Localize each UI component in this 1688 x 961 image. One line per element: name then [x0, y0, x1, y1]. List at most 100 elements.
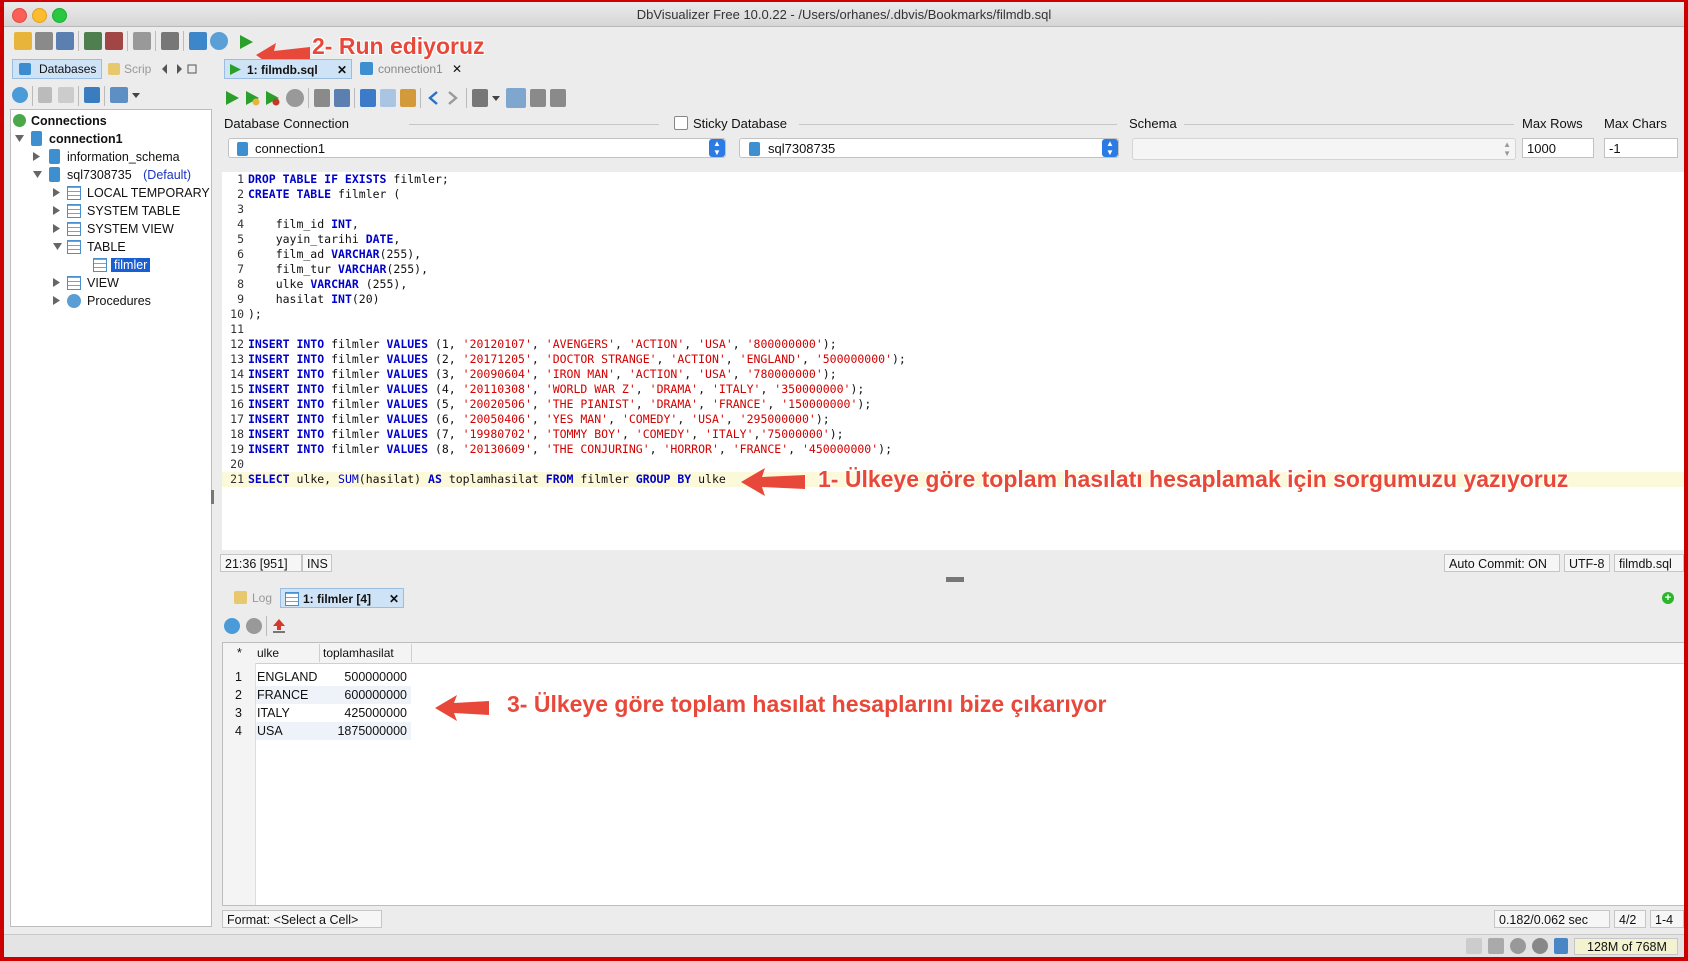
- execute-icon[interactable]: [224, 90, 240, 106]
- layout-toggle-icon[interactable]: [506, 88, 526, 108]
- tools-icon[interactable]: [472, 89, 488, 107]
- tree-item-connection1[interactable]: connection1: [15, 130, 123, 148]
- clock-icon[interactable]: [210, 32, 228, 50]
- cell-toplamhasilat[interactable]: 425000000: [323, 704, 407, 722]
- close-tab-icon[interactable]: ✕: [452, 59, 462, 79]
- save-as-icon[interactable]: [334, 89, 350, 107]
- tree-item-information-schema[interactable]: information_schema: [33, 148, 180, 166]
- collapsed-triangle-icon[interactable]: [33, 152, 41, 161]
- filter-icon[interactable]: [110, 87, 128, 103]
- disconnect-icon[interactable]: [105, 32, 123, 50]
- tree-item-procedures[interactable]: Procedures: [53, 292, 151, 310]
- tree-item-view[interactable]: VIEW: [53, 274, 119, 292]
- tab-databases[interactable]: Databases: [12, 59, 102, 79]
- cell-toplamhasilat[interactable]: 500000000: [323, 668, 407, 686]
- tree-item-filmler[interactable]: filmler: [93, 256, 151, 274]
- tree-item-system-view[interactable]: SYSTEM VIEW: [53, 220, 174, 238]
- stop-icon[interactable]: [246, 618, 262, 634]
- tree-label-local-temporary: LOCAL TEMPORARY: [87, 186, 210, 200]
- max-chars-input[interactable]: -1: [1604, 138, 1678, 158]
- cell-ulke[interactable]: ENGLAND: [257, 668, 317, 686]
- editor-toolbar: [222, 86, 622, 110]
- refresh-icon[interactable]: [224, 618, 240, 634]
- cell-ulke[interactable]: FRANCE: [257, 686, 308, 704]
- forward-icon[interactable]: [446, 90, 460, 106]
- collapsed-triangle-icon[interactable]: [53, 188, 61, 197]
- auto-commit-status[interactable]: Auto Commit: ON: [1444, 554, 1560, 572]
- database-tree: Connections connection1 information_sche…: [10, 109, 212, 927]
- tools-icon[interactable]: [161, 32, 179, 50]
- copy-icon[interactable]: [380, 89, 396, 107]
- expanded-triangle-icon[interactable]: [53, 243, 62, 251]
- chevron-down-icon[interactable]: [492, 96, 500, 102]
- result-grid[interactable]: * ulke toplamhasilat 1 ENGLAND 500000000…: [222, 642, 1684, 906]
- database-icon: [19, 63, 31, 75]
- create-icon[interactable]: [38, 87, 52, 103]
- tab-scroll-icons[interactable]: [160, 63, 200, 75]
- export-icon[interactable]: [272, 618, 286, 634]
- save-icon[interactable]: [35, 32, 53, 50]
- tree-item-database[interactable]: sql7308735 (Default): [33, 166, 191, 184]
- connect-icon[interactable]: [84, 32, 102, 50]
- vertical-splitter[interactable]: [211, 490, 214, 504]
- collapsed-triangle-icon[interactable]: [53, 224, 61, 233]
- db-icon[interactable]: [1488, 938, 1504, 954]
- tree-item-system-table[interactable]: SYSTEM TABLE: [53, 202, 180, 220]
- collapse-icon[interactable]: [84, 87, 100, 103]
- refresh-icon[interactable]: [12, 87, 28, 103]
- collapsed-triangle-icon[interactable]: [53, 296, 61, 305]
- memory-usage[interactable]: 128M of 768M: [1574, 938, 1678, 955]
- table-icon[interactable]: [189, 32, 207, 50]
- layout-icon[interactable]: [1466, 938, 1482, 954]
- column-header-toplamhasilat[interactable]: toplamhasilat: [323, 644, 412, 662]
- close-tab-icon[interactable]: ✕: [337, 60, 347, 80]
- horizontal-splitter[interactable]: [946, 577, 964, 582]
- tree-item-connections[interactable]: Connections: [13, 112, 107, 130]
- database-icon[interactable]: [133, 32, 151, 50]
- sticky-database-checkbox[interactable]: [674, 116, 688, 130]
- execute-current-icon[interactable]: [244, 90, 260, 106]
- max-rows-input[interactable]: 1000: [1522, 138, 1594, 158]
- tree-label-filmler: filmler: [111, 258, 151, 272]
- run-icon[interactable]: [238, 34, 254, 50]
- sql-editor[interactable]: 1 DROP TABLE IF EXISTS filmler; 2 CREATE T…: [222, 172, 1684, 550]
- cell-ulke[interactable]: ITALY: [257, 704, 290, 722]
- collapsed-triangle-icon[interactable]: [53, 278, 61, 287]
- database-select[interactable]: sql7308735 ▲ ▼: [739, 138, 1119, 158]
- tab-scripts[interactable]: Scrip: [104, 59, 156, 79]
- sync-icon[interactable]: [1510, 938, 1526, 954]
- add-tab-icon[interactable]: +: [1662, 592, 1674, 604]
- save-all-icon[interactable]: [56, 32, 74, 50]
- stop-icon[interactable]: [286, 89, 304, 107]
- trash-icon[interactable]: [1554, 938, 1568, 954]
- collapsed-triangle-icon[interactable]: [53, 206, 61, 215]
- chevron-down-icon[interactable]: [132, 93, 140, 99]
- encoding-status[interactable]: UTF-8: [1564, 554, 1610, 572]
- tab-log[interactable]: Log: [230, 588, 278, 608]
- tree-item-local-temporary[interactable]: LOCAL TEMPORARY: [53, 184, 210, 202]
- tab-connection1[interactable]: connection1 ✕: [356, 59, 468, 79]
- open-folder-icon[interactable]: [14, 32, 32, 50]
- close-tab-icon[interactable]: ✕: [389, 589, 399, 609]
- paste-icon[interactable]: [400, 89, 416, 107]
- cell-ulke[interactable]: USA: [257, 722, 283, 740]
- table-folder-icon: [67, 204, 81, 218]
- tab-result-filmler[interactable]: 1: filmler [4] ✕: [280, 588, 404, 608]
- column-header-ulke[interactable]: ulke: [257, 644, 320, 662]
- tab-filmdb-sql[interactable]: 1: filmdb.sql ✕: [224, 59, 352, 79]
- cut-icon[interactable]: [360, 89, 376, 107]
- connection-select[interactable]: connection1 ▲ ▼: [228, 138, 726, 158]
- edit-icon[interactable]: [58, 87, 74, 103]
- cell-toplamhasilat[interactable]: 1875000000: [323, 722, 407, 740]
- layout-icon[interactable]: [530, 89, 546, 107]
- tree-item-table[interactable]: TABLE: [53, 238, 126, 256]
- save-icon[interactable]: [314, 89, 330, 107]
- back-icon[interactable]: [426, 90, 440, 106]
- expanded-triangle-icon[interactable]: [15, 135, 24, 143]
- schema-select[interactable]: ▲ ▼: [1132, 138, 1516, 160]
- layout-alt-icon[interactable]: [550, 89, 566, 107]
- execute-buffer-icon[interactable]: [264, 90, 280, 106]
- expanded-triangle-icon[interactable]: [33, 171, 42, 179]
- cancel-icon[interactable]: [1532, 938, 1548, 954]
- cell-toplamhasilat[interactable]: 600000000: [323, 686, 407, 704]
